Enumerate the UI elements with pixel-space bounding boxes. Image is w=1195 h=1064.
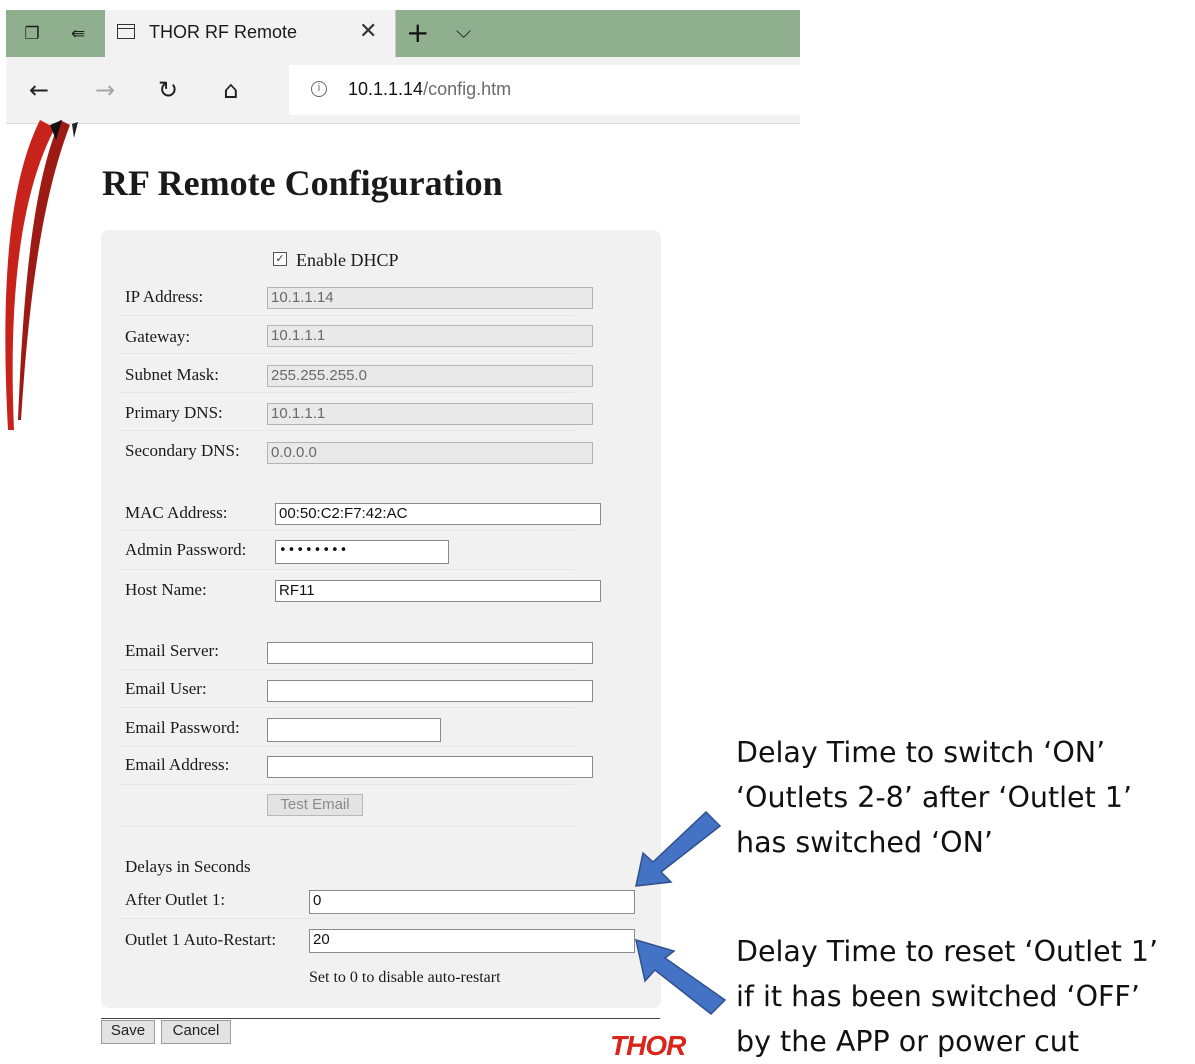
mac-address-field[interactable]: 00:50:C2:F7:42:AC — [275, 503, 601, 525]
mac-address-row: MAC Address: 00:50:C2:F7:42:AC — [119, 496, 601, 531]
host-name-label: Host Name: — [125, 580, 207, 599]
browser-tab-strip: ❐ ⇚ THOR RF Remote ✕ + ⌵ — [6, 10, 800, 57]
tab-list-icon[interactable]: ⌵ — [456, 19, 471, 43]
auto-restart-hint: Set to 0 to disable auto-restart — [309, 969, 501, 986]
tab-title: THOR RF Remote — [149, 22, 298, 42]
subnet-mask-field[interactable]: 255.255.255.0 — [267, 365, 593, 387]
host-name-row: Host Name: RF11 — [119, 574, 601, 608]
secondary-dns-field[interactable]: 0.0.0.0 — [267, 442, 593, 464]
email-user-label: Email User: — [125, 679, 207, 698]
admin-password-row: Admin Password: •••••••• — [119, 535, 575, 570]
ip-address-label: IP Address: — [125, 287, 204, 306]
gateway-row: Gateway: 10.1.1.1 — [119, 319, 593, 354]
email-password-row: Email Password: — [119, 712, 575, 747]
thor-logo: THOR — [610, 1030, 686, 1061]
ip-address-field[interactable]: 10.1.1.14 — [267, 287, 593, 309]
url-host: 10.1.1.14 — [348, 79, 424, 99]
dhcp-checkbox[interactable]: ✓ — [273, 252, 287, 266]
callout-line: by the APP or power cut — [736, 1025, 1080, 1058]
email-address-label: Email Address: — [125, 755, 230, 774]
email-server-field[interactable] — [267, 642, 593, 664]
after-outlet1-label: After Outlet 1: — [125, 890, 226, 909]
tab-actions-icon[interactable]: ❐ — [18, 20, 46, 48]
home-icon[interactable]: ⌂ — [214, 73, 248, 107]
browser-tab[interactable]: THOR RF Remote ✕ — [105, 10, 396, 57]
email-address-field[interactable] — [267, 756, 593, 778]
mac-address-label: MAC Address: — [125, 503, 228, 522]
divider — [101, 1018, 660, 1019]
callout-line: Delay Time to reset ‘Outlet 1’ — [736, 935, 1159, 968]
callout-line: ‘Outlets 2-8’ after ‘Outlet 1’ — [736, 781, 1133, 814]
admin-password-field[interactable]: •••••••• — [275, 540, 449, 564]
address-bar[interactable]: i 10.1.1.14/config.htm — [289, 65, 800, 115]
secondary-dns-row: Secondary DNS: 0.0.0.0 — [119, 434, 593, 468]
ip-address-row: IP Address: 10.1.1.14 — [119, 281, 593, 316]
auto-restart-row: Outlet 1 Auto-Restart: 20 — [119, 924, 639, 958]
url-text: 10.1.1.14/config.htm — [348, 79, 511, 100]
callout-line: if it has been switched ‘OFF’ — [736, 980, 1140, 1013]
email-password-field[interactable] — [267, 718, 441, 742]
save-button[interactable]: Save — [101, 1020, 155, 1044]
callout-after-outlet1: Delay Time to switch ‘ON’ ‘Outlets 2-8’ … — [736, 730, 1132, 865]
email-user-row: Email User: — [119, 673, 593, 708]
primary-dns-field[interactable]: 10.1.1.1 — [267, 403, 593, 425]
close-icon[interactable]: ✕ — [359, 19, 377, 44]
email-password-label: Email Password: — [125, 718, 240, 737]
callout-auto-restart: Delay Time to reset ‘Outlet 1’ if it has… — [736, 929, 1158, 1064]
email-address-row: Email Address: — [119, 750, 593, 785]
primary-dns-label: Primary DNS: — [125, 403, 223, 422]
callout-line: has switched ‘ON’ — [736, 826, 993, 859]
auto-restart-field[interactable]: 20 — [309, 929, 635, 953]
gateway-field[interactable]: 10.1.1.1 — [267, 325, 593, 347]
secondary-dns-label: Secondary DNS: — [125, 441, 240, 460]
cancel-button[interactable]: Cancel — [161, 1020, 231, 1044]
subnet-mask-row: Subnet Mask: 255.255.255.0 — [119, 358, 593, 393]
primary-dns-row: Primary DNS: 10.1.1.1 — [119, 396, 593, 431]
config-form: ✓ Enable DHCP IP Address: 10.1.1.14 Gate… — [101, 230, 661, 1008]
info-icon[interactable]: i — [311, 81, 327, 97]
admin-password-label: Admin Password: — [125, 540, 247, 559]
page-title: RF Remote Configuration — [102, 163, 503, 203]
browser-toolbar: ← → ↻ ⌂ i 10.1.1.14/config.htm — [6, 57, 800, 124]
delays-heading: Delays in Seconds — [125, 857, 251, 876]
email-server-label: Email Server: — [125, 641, 219, 660]
after-outlet1-field[interactable]: 0 — [309, 890, 635, 914]
forward-icon[interactable]: → — [88, 73, 122, 107]
host-name-field[interactable]: RF11 — [275, 580, 601, 602]
after-outlet1-row: After Outlet 1: 0 — [119, 884, 639, 919]
page-icon — [117, 24, 135, 39]
set-aside-tabs-icon[interactable]: ⇚ — [64, 20, 92, 48]
test-email-row: Test Email — [119, 788, 575, 827]
url-path: /config.htm — [423, 79, 512, 99]
test-email-button[interactable]: Test Email — [267, 794, 363, 816]
dhcp-label: Enable DHCP — [296, 250, 399, 270]
callout-line: Delay Time to switch ‘ON’ — [736, 736, 1106, 769]
auto-restart-label: Outlet 1 Auto-Restart: — [125, 930, 277, 949]
new-tab-icon[interactable]: + — [406, 16, 429, 49]
gateway-label: Gateway: — [125, 327, 191, 346]
refresh-icon[interactable]: ↻ — [151, 73, 185, 107]
email-server-row: Email Server: — [119, 635, 593, 670]
back-icon[interactable]: ← — [22, 73, 56, 107]
email-user-field[interactable] — [267, 680, 593, 702]
subnet-mask-label: Subnet Mask: — [125, 365, 219, 384]
logo-swoosh — [5, 120, 78, 430]
